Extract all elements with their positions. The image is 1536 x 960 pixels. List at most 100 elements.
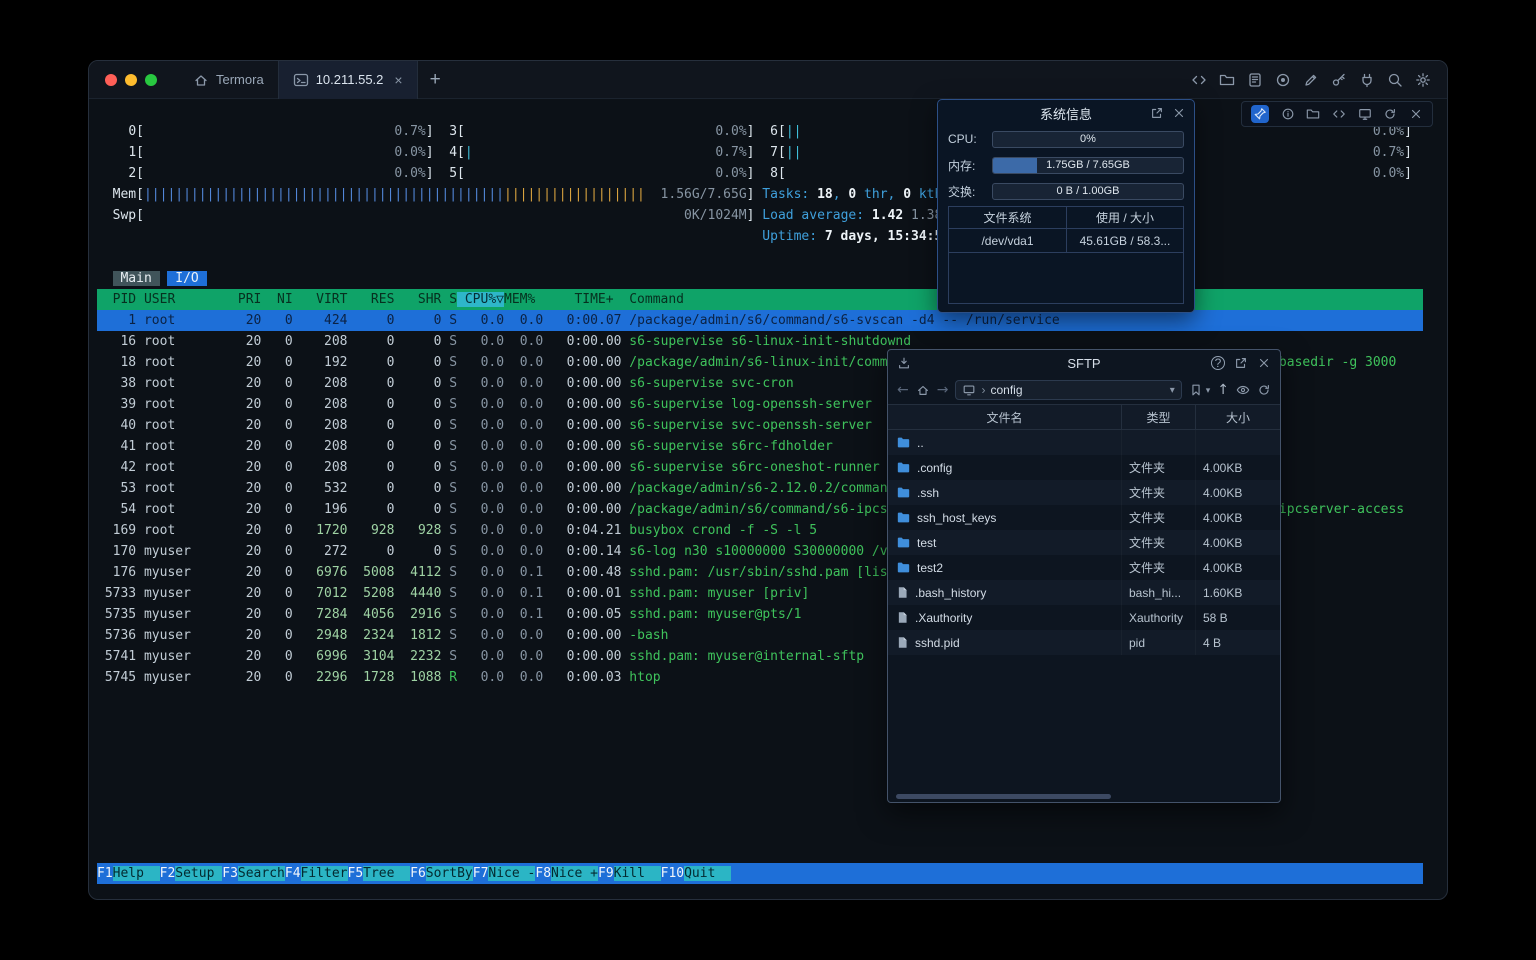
terminal-line: 2[ 0.0%] 5[ 0.0%] 8[ 0.0%] [97, 163, 1423, 184]
file-size: 4 B [1196, 630, 1280, 655]
close-icon[interactable] [1257, 356, 1271, 370]
popout-icon[interactable] [1234, 356, 1248, 370]
folder-icon [896, 436, 911, 449]
popout-icon[interactable] [1150, 106, 1164, 120]
file-type: 文件夹 [1122, 455, 1196, 480]
close-window-button[interactable] [105, 74, 117, 86]
upload-icon[interactable]: ↑ [1217, 382, 1229, 398]
help-icon[interactable]: ? [1211, 356, 1225, 370]
htop-function-bar[interactable]: F1Help F2Setup F3SearchF4FilterF5Tree F6… [97, 863, 1423, 884]
terminal-line: 1[ 0.0%] 4[| 0.7%] 7[|| 0.7%] [97, 142, 1423, 163]
file-type: 文件夹 [1122, 555, 1196, 580]
code-icon[interactable] [1332, 107, 1346, 121]
horizontal-scrollbar[interactable] [896, 794, 1111, 799]
display-icon[interactable] [1358, 107, 1372, 121]
sftp-titlebar: SFTP ? [888, 350, 1280, 376]
fkey-filter[interactable]: F4Filter [285, 866, 348, 881]
code-icon[interactable] [1191, 72, 1207, 88]
memory-progress-bar: 1.75GB / 7.65GB [992, 157, 1184, 174]
file-name: sshd.pid [915, 636, 960, 650]
plug-icon[interactable] [1359, 72, 1375, 88]
sftp-row[interactable]: test 文件夹4.00KB [888, 530, 1280, 555]
titlebar: Termora 10.211.55.2 × + [89, 61, 1447, 99]
app-window: Termora 10.211.55.2 × + [88, 60, 1448, 900]
folder-icon [896, 561, 911, 574]
filesystem-row: /dev/vda1 45.61GB / 58.3... [949, 229, 1183, 253]
folder-icon[interactable] [1219, 72, 1235, 88]
minimize-window-button[interactable] [125, 74, 137, 86]
fkey-quit[interactable]: F10Quit [661, 866, 731, 881]
terminal-line [97, 247, 1423, 268]
close-icon[interactable] [1409, 107, 1423, 121]
folder-icon [896, 461, 911, 474]
fkey-tree[interactable]: F5Tree [348, 866, 411, 881]
tab-close-icon[interactable]: × [394, 72, 402, 88]
sftp-row[interactable]: .ssh文件夹4.00KB [888, 480, 1280, 505]
file-size [1196, 430, 1280, 455]
swap-progress-bar: 0 B / 1.00GB [992, 183, 1184, 200]
size-col-header[interactable]: 大小 [1196, 405, 1280, 429]
close-icon[interactable] [1172, 106, 1186, 120]
chevron-down-icon[interactable]: ▾ [1170, 385, 1175, 396]
sftp-row[interactable]: ssh_host_keys文件夹4.00KB [888, 505, 1280, 530]
eye-icon[interactable] [1236, 383, 1250, 397]
sftp-row[interactable]: .config文件夹4.00KB [888, 455, 1280, 480]
home-icon [193, 72, 209, 88]
type-col-header[interactable]: 类型 [1122, 405, 1196, 429]
back-icon[interactable]: ← [897, 382, 909, 398]
tab-termora-home[interactable]: Termora [179, 61, 278, 99]
sftp-panel: SFTP ? ← → › config ▾ [887, 349, 1281, 803]
folder-icon [896, 536, 911, 549]
file-size: 1.60KB [1196, 580, 1280, 605]
process-table-header: PID USER PRI NI VIRT RES SHR S CPU%▽MEM%… [97, 289, 1423, 310]
fkey-nice-+[interactable]: F8Nice + [535, 866, 598, 881]
system-info-title: 系统信息 [1040, 104, 1092, 123]
info-icon[interactable] [1281, 107, 1295, 121]
fkey-setup[interactable]: F2Setup [160, 866, 223, 881]
zoom-window-button[interactable] [145, 74, 157, 86]
filename-col-header[interactable]: 文件名 [888, 405, 1122, 429]
sftp-row[interactable]: .bash_historybash_hi...1.60KB [888, 580, 1280, 605]
sftp-row[interactable]: .. [888, 430, 1280, 455]
file-name: .Xauthority [915, 611, 972, 625]
desktop: { "titlebar": { "tabs": [ { "label": "Te… [0, 0, 1536, 960]
file-name: test [917, 536, 936, 550]
file-type: 文件夹 [1122, 530, 1196, 555]
edit-icon[interactable] [1303, 72, 1319, 88]
folder-icon[interactable] [1306, 107, 1320, 121]
terminal-line: 0[ 0.7%] 3[ 0.0%] 6[|| 0.0%] [97, 121, 1423, 142]
fkey-help[interactable]: F1Help [97, 866, 160, 881]
file-type: pid [1122, 630, 1196, 655]
file-size: 4.00KB [1196, 455, 1280, 480]
file-size: 4.00KB [1196, 530, 1280, 555]
settings-icon[interactable] [1415, 72, 1431, 88]
pin-icon[interactable] [1251, 105, 1269, 123]
home-icon[interactable] [916, 383, 930, 397]
bookmark-caret-icon[interactable]: ▾ [1206, 385, 1211, 396]
cpu-value: 0% [993, 132, 1183, 147]
sftp-row[interactable]: .XauthorityXauthority58 B [888, 605, 1280, 630]
sftp-row[interactable]: test2文件夹4.00KB [888, 555, 1280, 580]
path-breadcrumb[interactable]: › config ▾ [955, 380, 1181, 400]
filesystem-usage: 45.61GB / 58.3... [1067, 229, 1183, 252]
traffic-lights [105, 74, 165, 86]
fkey-nice--[interactable]: F7Nice - [473, 866, 536, 881]
forward-icon[interactable]: → [937, 382, 949, 398]
fkey-sortby[interactable]: F6SortBy [410, 866, 473, 881]
key-icon[interactable] [1331, 72, 1347, 88]
fkey-search[interactable]: F3Search [222, 866, 285, 881]
host-icon [962, 383, 976, 397]
bookmark-icon[interactable] [1189, 383, 1203, 397]
new-tab-button[interactable]: + [418, 69, 453, 91]
sftp-row[interactable]: sshd.pid pid4 B [888, 630, 1280, 655]
refresh-icon[interactable] [1257, 383, 1271, 397]
file-size: 58 B [1196, 605, 1280, 630]
terminal-line: Main I/O [97, 268, 1423, 289]
fkey-kill[interactable]: F9Kill [598, 866, 661, 881]
titlebar-actions [1191, 72, 1447, 88]
log-icon[interactable] [1247, 72, 1263, 88]
search-icon[interactable] [1387, 72, 1403, 88]
tab-ssh-session[interactable]: 10.211.55.2 × [278, 61, 418, 99]
refresh-icon[interactable] [1383, 107, 1397, 121]
record-icon[interactable] [1275, 72, 1291, 88]
